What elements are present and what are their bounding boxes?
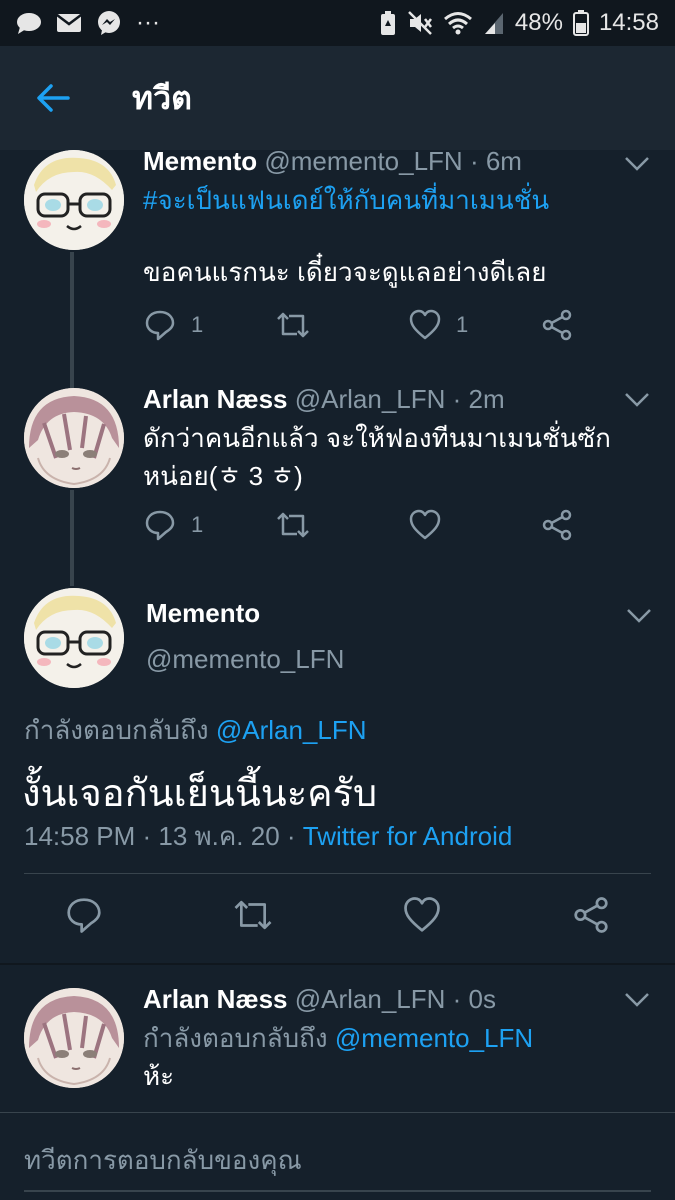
battery-percent: 48% <box>514 9 563 36</box>
heart-icon <box>409 309 441 340</box>
author-handle[interactable]: @Arlan_LFN <box>295 384 446 414</box>
reply-icon <box>145 510 175 541</box>
composer-underline <box>24 1190 651 1192</box>
share-icon <box>542 309 572 341</box>
reply-icon <box>67 898 101 933</box>
avatar-memento-image <box>24 150 124 250</box>
reply-composer-input[interactable]: ทวีตการตอบกลับของคุณ <box>24 1140 302 1181</box>
tweet-meta: 14:58 PM · 13 พ.ค. 20 · Twitter for Andr… <box>24 816 512 857</box>
avatar-arlan[interactable] <box>24 388 124 488</box>
tweet-time: · 0s <box>452 984 496 1014</box>
author-handle[interactable]: @memento_LFN <box>146 644 344 675</box>
battery-icon <box>572 10 589 36</box>
signal-icon <box>483 11 505 35</box>
replying-to: กำลังตอบกลับถึง @Arlan_LFN <box>24 710 367 751</box>
reply-action[interactable]: 1 <box>143 308 203 342</box>
avatar-memento[interactable] <box>24 150 124 250</box>
author-name[interactable]: Arlan Næss <box>143 984 288 1014</box>
author-name[interactable]: Memento <box>146 598 260 629</box>
tweet-header: Arlan Næss @Arlan_LFN · 0s <box>143 984 496 1015</box>
author-handle[interactable]: @Arlan_LFN <box>295 984 446 1014</box>
share-button[interactable] <box>571 895 611 940</box>
retweet-icon <box>277 312 309 338</box>
mention-link[interactable]: @Arlan_LFN <box>216 715 367 745</box>
focused-tweet-text: งั้นเจอกันเย็นนี้นะครับ <box>22 773 378 815</box>
tweet-body: กำลังตอบกลับถึง @memento_LFN ห้ะ <box>143 1019 643 1095</box>
retweet-button[interactable] <box>232 895 274 940</box>
back-button[interactable] <box>0 46 106 150</box>
replying-label: กำลังตอบกลับถึง <box>24 715 209 745</box>
tweet-text: ดักว่าคนอีกแล้ว จะให้ฟองทีนมาเมนชั่นซัก <box>143 423 611 453</box>
mail-icon <box>56 13 82 33</box>
thread-connector <box>70 252 74 388</box>
reply-icon <box>145 310 175 341</box>
tweet-body: #จะเป็นแฟนเดย์ให้กับคนที่มาเมนชั่น ขอคนแ… <box>143 181 643 291</box>
heart-icon <box>404 897 440 932</box>
heart-icon <box>409 509 441 540</box>
messenger-icon <box>96 10 122 36</box>
tweet-text: ขอคนแรกนะ เดี๋ยวจะดูแลอย่างดีเลย <box>143 257 547 287</box>
mute-icon <box>407 10 433 36</box>
share-action[interactable] <box>540 308 574 342</box>
chevron-down-icon[interactable] <box>623 390 651 410</box>
tweet-text: ห้ะ <box>143 1061 175 1091</box>
battery-saver-icon <box>379 10 397 36</box>
avatar-arlan-image <box>24 388 124 488</box>
tweet-text: หน่อย(ㅎ 3 ㅎ) <box>143 461 303 491</box>
tweet-header: Arlan Næss @Arlan_LFN · 2m <box>143 384 505 415</box>
reply-count: 1 <box>191 312 204 337</box>
avatar-memento[interactable] <box>24 588 124 688</box>
avatar-arlan-image <box>24 988 124 1088</box>
author-name[interactable]: Memento <box>143 146 257 176</box>
hashtag-link[interactable]: #จะเป็นแฟนเดย์ให้กับคนที่มาเมนชั่น <box>143 181 643 219</box>
clock: 14:58 <box>598 9 659 36</box>
divider <box>24 873 651 874</box>
like-action[interactable] <box>408 508 442 542</box>
chevron-down-icon[interactable] <box>623 990 651 1010</box>
app-header: ทวีต <box>0 46 675 150</box>
status-bar: ··· 48% 14:58 <box>0 0 675 46</box>
like-count: 1 <box>456 312 469 337</box>
page-title: ทวีต <box>132 79 192 116</box>
share-icon <box>574 897 608 933</box>
mention-link[interactable]: @memento_LFN <box>335 1023 533 1053</box>
tweet-body: ดักว่าคนอีกแล้ว จะให้ฟองทีนมาเมนชั่นซัก … <box>143 419 643 495</box>
retweet-action[interactable] <box>275 508 311 542</box>
divider <box>0 963 675 965</box>
divider <box>0 1112 675 1113</box>
share-icon <box>542 509 572 541</box>
tweet-time: · 2m <box>452 384 505 414</box>
tweet-header: Memento @memento_LFN · 6m <box>143 146 522 177</box>
chat-bubble-icon <box>16 11 42 35</box>
avatar-memento-image <box>24 588 124 688</box>
share-action[interactable] <box>540 508 574 542</box>
author-handle[interactable]: @memento_LFN <box>264 146 462 176</box>
more-notifications-icon: ··· <box>136 9 160 36</box>
retweet-action[interactable] <box>275 308 311 342</box>
like-button[interactable] <box>402 895 442 940</box>
tweet-time: · 6m <box>469 146 522 176</box>
chevron-down-icon[interactable] <box>625 606 653 626</box>
replying-label: กำลังตอบกลับถึง <box>143 1023 328 1053</box>
reply-action[interactable]: 1 <box>143 508 203 542</box>
avatar-arlan[interactable] <box>24 988 124 1088</box>
wifi-icon <box>443 11 473 35</box>
like-action[interactable]: 1 <box>408 308 468 342</box>
arrow-left-icon <box>37 84 70 112</box>
author-name[interactable]: Arlan Næss <box>143 384 288 414</box>
retweet-icon <box>234 900 272 930</box>
source-link[interactable]: Twitter for Android <box>303 821 513 851</box>
reply-count: 1 <box>191 512 204 537</box>
chevron-down-icon[interactable] <box>623 154 651 174</box>
focused-tweet-actions <box>0 895 675 945</box>
reply-button[interactable] <box>64 895 104 940</box>
replying-to: กำลังตอบกลับถึง @memento_LFN <box>143 1019 643 1057</box>
thread-connector <box>70 490 74 586</box>
retweet-icon <box>277 512 309 538</box>
timestamp: 14:58 PM · 13 พ.ค. 20 · <box>24 821 296 851</box>
